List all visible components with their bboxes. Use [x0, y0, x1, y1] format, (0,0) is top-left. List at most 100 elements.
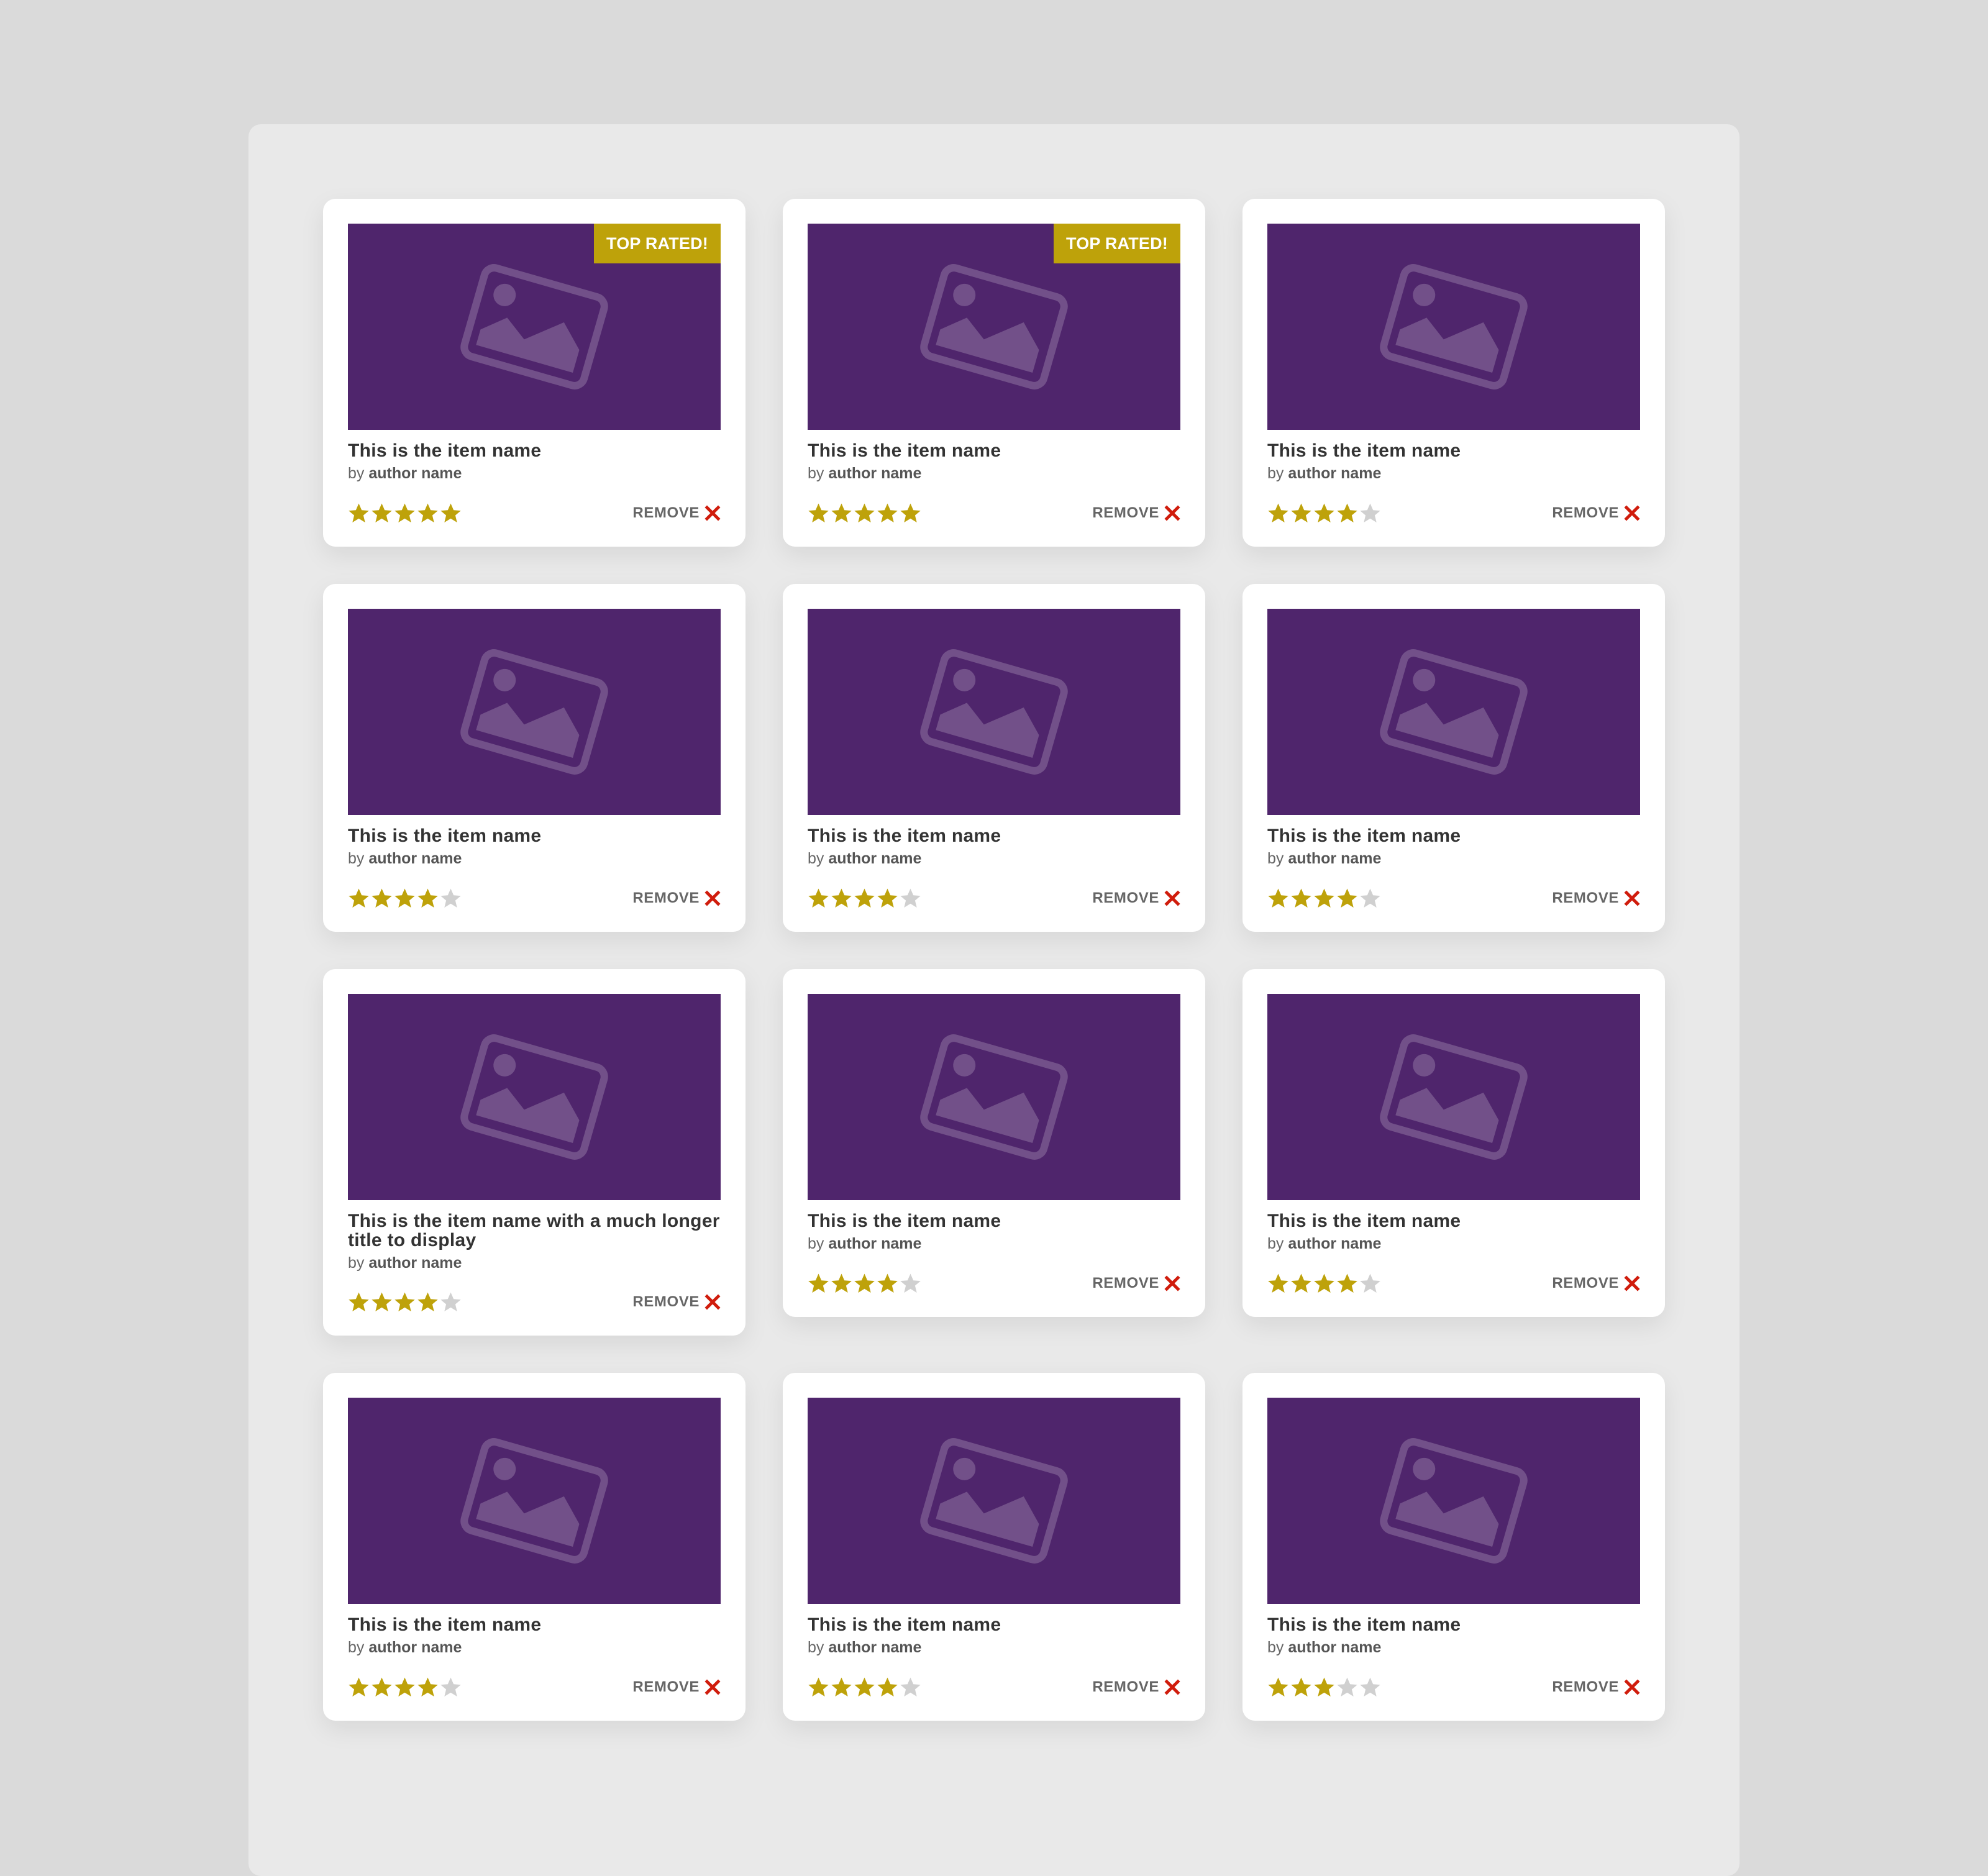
- close-icon[interactable]: [704, 1294, 721, 1310]
- item-thumbnail[interactable]: [808, 609, 1180, 815]
- star-filled-icon: [831, 1273, 852, 1293]
- item-card[interactable]: This is the item name by author name REM…: [1242, 969, 1665, 1317]
- remove-button[interactable]: REMOVE: [1552, 890, 1640, 907]
- remove-button[interactable]: REMOVE: [1092, 890, 1180, 907]
- item-title[interactable]: This is the item name: [348, 826, 721, 845]
- remove-label: REMOVE: [1092, 504, 1159, 521]
- item-title[interactable]: This is the item name with a much longer…: [348, 1211, 721, 1250]
- item-card[interactable]: This is the item name by author name REM…: [323, 584, 746, 932]
- author-name[interactable]: author name: [828, 850, 921, 867]
- star-filled-icon: [417, 1677, 438, 1696]
- item-thumbnail[interactable]: [808, 1398, 1180, 1604]
- author-name[interactable]: author name: [368, 1254, 462, 1272]
- card-footer: REMOVE: [808, 885, 1180, 912]
- close-icon[interactable]: [1164, 1275, 1180, 1291]
- by-label: by: [808, 465, 824, 482]
- star-filled-icon: [1291, 1273, 1311, 1293]
- author-name[interactable]: author name: [828, 465, 921, 482]
- close-icon[interactable]: [1624, 1679, 1640, 1695]
- remove-button[interactable]: REMOVE: [632, 1678, 721, 1696]
- author-name[interactable]: author name: [1288, 1235, 1381, 1252]
- item-card[interactable]: This is the item name by author name REM…: [783, 969, 1205, 1317]
- item-card[interactable]: This is the item name by author name REM…: [1242, 584, 1665, 932]
- star-filled-icon: [1268, 503, 1288, 522]
- item-title[interactable]: This is the item name: [808, 826, 1180, 845]
- star-filled-icon: [877, 1273, 898, 1293]
- remove-button[interactable]: REMOVE: [632, 890, 721, 907]
- by-label: by: [1267, 1235, 1284, 1252]
- item-thumbnail[interactable]: [1267, 1398, 1640, 1604]
- author-name[interactable]: author name: [368, 465, 462, 482]
- author-name[interactable]: author name: [368, 1639, 462, 1656]
- top-rated-badge: TOP RATED!: [1053, 224, 1180, 263]
- star-rating: [348, 1291, 462, 1313]
- item-title[interactable]: This is the item name: [808, 1615, 1180, 1634]
- star-filled-icon: [877, 888, 898, 908]
- author-name[interactable]: author name: [1288, 465, 1381, 482]
- star-filled-icon: [372, 888, 392, 908]
- remove-button[interactable]: REMOVE: [632, 504, 721, 522]
- remove-label: REMOVE: [1092, 1678, 1159, 1695]
- item-thumbnail[interactable]: [348, 609, 721, 815]
- remove-button[interactable]: REMOVE: [1552, 504, 1640, 522]
- item-title[interactable]: This is the item name: [808, 1211, 1180, 1231]
- star-empty-icon: [900, 888, 921, 908]
- star-filled-icon: [1314, 1273, 1334, 1293]
- close-icon[interactable]: [704, 505, 721, 521]
- image-placeholder-icon: [1267, 994, 1640, 1200]
- close-icon[interactable]: [1164, 1679, 1180, 1695]
- item-title[interactable]: This is the item name: [808, 441, 1180, 460]
- remove-button[interactable]: REMOVE: [1092, 504, 1180, 522]
- item-card[interactable]: TOP RATED! This is the item name by auth…: [323, 199, 746, 547]
- item-title[interactable]: This is the item name: [1267, 441, 1640, 460]
- close-icon[interactable]: [1624, 505, 1640, 521]
- remove-button[interactable]: REMOVE: [1092, 1275, 1180, 1292]
- remove-button[interactable]: REMOVE: [1552, 1678, 1640, 1696]
- item-title[interactable]: This is the item name: [348, 1615, 721, 1634]
- star-empty-icon: [1337, 1677, 1357, 1696]
- author-name[interactable]: author name: [1288, 1639, 1381, 1656]
- star-filled-icon: [1291, 888, 1311, 908]
- star-empty-icon: [440, 1292, 461, 1311]
- item-card[interactable]: This is the item name by author name REM…: [1242, 1373, 1665, 1721]
- close-icon[interactable]: [1164, 890, 1180, 906]
- item-card[interactable]: This is the item name by author name REM…: [323, 1373, 746, 1721]
- star-filled-icon: [1314, 1677, 1334, 1696]
- author-name[interactable]: author name: [828, 1235, 921, 1252]
- item-author: by author name: [348, 1254, 721, 1272]
- author-name[interactable]: author name: [368, 850, 462, 867]
- item-thumbnail[interactable]: [348, 1398, 721, 1604]
- item-thumbnail[interactable]: [808, 994, 1180, 1200]
- remove-button[interactable]: REMOVE: [632, 1293, 721, 1311]
- item-title[interactable]: This is the item name: [348, 441, 721, 460]
- item-thumbnail[interactable]: [1267, 609, 1640, 815]
- item-title[interactable]: This is the item name: [1267, 1211, 1640, 1231]
- author-name[interactable]: author name: [828, 1639, 921, 1656]
- close-icon[interactable]: [704, 1679, 721, 1695]
- card-footer: REMOVE: [348, 1673, 721, 1701]
- item-card[interactable]: TOP RATED! This is the item name by auth…: [783, 199, 1205, 547]
- close-icon[interactable]: [1164, 505, 1180, 521]
- item-title[interactable]: This is the item name: [1267, 826, 1640, 845]
- item-thumbnail[interactable]: TOP RATED!: [808, 224, 1180, 430]
- star-rating: [808, 1677, 921, 1698]
- star-empty-icon: [900, 1273, 921, 1293]
- item-title[interactable]: This is the item name: [1267, 1615, 1640, 1634]
- item-thumbnail[interactable]: [1267, 994, 1640, 1200]
- close-icon[interactable]: [1624, 890, 1640, 906]
- item-thumbnail[interactable]: [1267, 224, 1640, 430]
- by-label: by: [1267, 1639, 1284, 1656]
- remove-button[interactable]: REMOVE: [1092, 1678, 1180, 1696]
- item-card[interactable]: This is the item name by author name REM…: [783, 584, 1205, 932]
- item-card[interactable]: This is the item name by author name REM…: [1242, 199, 1665, 547]
- close-icon[interactable]: [1624, 1275, 1640, 1291]
- item-thumbnail[interactable]: [348, 994, 721, 1200]
- close-icon[interactable]: [704, 890, 721, 906]
- item-thumbnail[interactable]: TOP RATED!: [348, 224, 721, 430]
- author-name[interactable]: author name: [1288, 850, 1381, 867]
- top-rated-badge: TOP RATED!: [593, 224, 721, 263]
- card-footer: REMOVE: [1267, 499, 1640, 527]
- item-card[interactable]: This is the item name with a much longer…: [323, 969, 746, 1336]
- remove-button[interactable]: REMOVE: [1552, 1275, 1640, 1292]
- item-card[interactable]: This is the item name by author name REM…: [783, 1373, 1205, 1721]
